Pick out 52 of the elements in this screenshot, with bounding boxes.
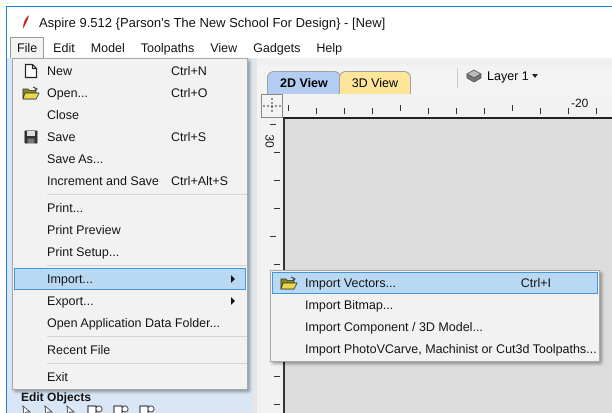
layers-icon — [466, 69, 482, 83]
edit-tool-icon[interactable] — [139, 405, 155, 413]
pointer-tool-icon[interactable] — [21, 405, 33, 413]
document-icon — [24, 63, 38, 79]
window-title: Aspire 9.512 {Parson's The New School For Design} - [New] — [39, 14, 386, 30]
menu-item[interactable]: Print... — [14, 197, 246, 219]
view-tab[interactable]: 3D View — [338, 71, 412, 94]
pointer-tool-icon[interactable] — [43, 405, 55, 413]
shortcut-label: Ctrl+S — [171, 130, 208, 144]
menu-item[interactable]: Print Preview — [14, 219, 246, 241]
menu-item[interactable]: Open Application Data Folder... — [14, 312, 246, 334]
menu[interactable]: Model — [84, 37, 132, 58]
submenu-arrow-icon — [231, 275, 235, 283]
shortcut-label: Ctrl+O — [171, 86, 208, 100]
menu-item[interactable]: Import... — [14, 268, 246, 290]
menu-item[interactable]: New Ctrl+N — [14, 60, 246, 82]
menu[interactable]: View — [203, 37, 244, 58]
menu-item[interactable]: Import PhotoVCarve, Machinist or Cut3d Toolpaths... — [272, 338, 598, 360]
menu-item[interactable]: Import Component / 3D Model... — [272, 316, 598, 338]
menu[interactable]: File — [10, 37, 44, 58]
submenu-arrow-icon — [231, 297, 235, 305]
menu-item[interactable]: Export... — [14, 290, 246, 312]
pointer-tool-icon[interactable] — [65, 405, 77, 413]
menu[interactable]: Edit — [46, 37, 82, 58]
edit-tool-icon[interactable] — [87, 405, 103, 413]
shortcut-label: Ctrl+N — [171, 64, 208, 78]
layer-dropdown[interactable]: Layer 1 — [466, 69, 538, 83]
menu-item[interactable]: Import Vectors... Ctrl+I — [272, 272, 598, 294]
menu-item[interactable]: Exit — [14, 366, 246, 388]
open-folder-icon — [280, 276, 298, 290]
caret-icon — [532, 74, 538, 78]
menu[interactable]: Help — [309, 37, 350, 58]
menu-item[interactable]: Import Bitmap... — [272, 294, 598, 316]
menu-item[interactable]: Close — [14, 104, 246, 126]
menu-item[interactable]: Increment and Save Ctrl+Alt+S — [14, 170, 246, 192]
edit-tool-icon[interactable] — [113, 405, 129, 413]
panel-heading: Edit Objects — [21, 391, 92, 404]
menu-item[interactable]: Recent File — [14, 339, 246, 361]
ruler-label: 30 — [262, 134, 277, 148]
menu-item[interactable]: Save As... — [14, 148, 246, 170]
crosshair-icon — [263, 98, 281, 114]
menu-item[interactable]: Print Setup... — [14, 241, 246, 263]
open-folder-icon — [22, 86, 40, 100]
shortcut-label: Ctrl+I — [520, 276, 551, 290]
view-tab[interactable]: 2D View — [267, 71, 341, 94]
menu-item[interactable]: Open... Ctrl+O — [14, 82, 246, 104]
menu-item[interactable]: Save Ctrl+S — [14, 126, 246, 148]
quill-icon — [21, 14, 31, 30]
menu[interactable]: Gadgets — [246, 37, 308, 58]
menu[interactable]: Toolpaths — [134, 37, 202, 58]
shortcut-label: Ctrl+Alt+S — [171, 174, 229, 188]
ruler-label: -20 — [571, 96, 588, 110]
